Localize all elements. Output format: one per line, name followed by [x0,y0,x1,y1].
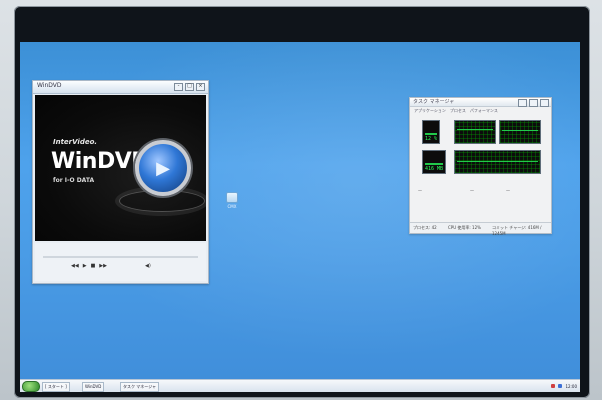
cpu-usage-box: 12 % [422,120,440,144]
memory-usage-box: 416 MB [422,150,446,174]
windvd-titlebar-buttons: - □ × [174,83,205,91]
windvd-titlebar[interactable]: WinDVD - □ × [33,81,208,94]
start-button[interactable] [22,381,40,392]
cpu-usage-bar [425,133,437,135]
stop-button[interactable]: ■ [91,263,96,269]
desktop-icon[interactable]: CMX [225,192,239,212]
cpu-history-graph-1 [454,120,496,144]
task-manager-titlebar[interactable]: タスク マネージャ [410,98,551,107]
cpu-history-graph-2 [499,120,541,144]
program-icon [226,192,238,203]
cpu-history-line-1 [457,129,493,130]
task-manager-statusbar: プロセス: 42 CPU 使用率: 12% コミット チャージ: 416M / … [410,222,551,236]
task-manager-tabs: アプリケーション プロセス パフォーマンス [414,108,498,114]
status-processes: プロセス: 42 [413,225,437,230]
taskbar-item-start[interactable]: [ スタート ] [42,382,70,392]
tray-icon[interactable] [558,384,563,388]
close-button[interactable] [540,99,549,107]
tab-processes[interactable]: プロセス [450,108,466,114]
taskbar-item-taskmanager[interactable]: タスク マネージャ [120,382,159,392]
status-cpu: CPU 使用率: 12% [448,225,481,230]
minimize-button[interactable] [518,99,527,107]
maximize-button[interactable]: □ [185,83,194,91]
memory-usage-value: 416 MB [425,166,444,172]
prev-button[interactable]: ◀◀ [71,263,79,269]
brand-subtitle: for I-O DATA [53,177,95,184]
task-manager-title: タスク マネージャ [413,99,455,105]
close-button[interactable]: × [196,83,205,91]
taskbar: [ スタート ] WinDVD タスク マネージャ 12:00 [20,379,580,392]
status-commit: コミット チャージ: 416M / 1245M [492,225,542,236]
stats-block-right: — [506,188,510,193]
graph-grid [455,151,540,173]
stats-block-left: — [418,188,422,193]
maximize-button[interactable] [529,99,538,107]
cpu-usage-value: 12 % [425,136,438,142]
monitor-photo: WinDVD - □ × InterVideo. WinDVD for I-O … [0,0,602,400]
tray-icon[interactable] [551,384,556,388]
desktop: WinDVD - □ × InterVideo. WinDVD for I-O … [20,42,580,392]
clock[interactable]: 12:00 [565,384,577,389]
seek-bar[interactable] [43,256,198,258]
graph-grid [500,121,540,143]
memory-usage-bar [425,163,443,165]
memory-history-line [457,161,538,162]
cpu-history-line-2 [502,130,538,131]
tab-applications[interactable]: アプリケーション [414,108,446,114]
stats-block-mid: — [470,188,474,193]
graph-grid [455,121,495,143]
task-manager-window[interactable]: タスク マネージャ アプリケーション プロセス パフォーマンス 12 % 416… [409,97,552,236]
playback-controls: ◀◀ ▶ ■ ▶▶ ◀) [35,243,206,281]
system-tray: 12:00 [551,382,577,390]
brand-intervideo: InterVideo. [53,138,98,146]
next-button[interactable]: ▶▶ [99,263,107,269]
play-button[interactable]: ▶ [83,263,87,269]
tab-performance[interactable]: パフォーマンス [470,108,498,114]
video-area[interactable]: InterVideo. WinDVD for I-O DATA ▶ [35,95,206,241]
transport-buttons: ◀◀ ▶ ■ ▶▶ [71,263,107,269]
memory-history-graph [454,150,541,174]
minimize-button[interactable]: - [174,83,183,91]
windvd-window[interactable]: WinDVD - □ × InterVideo. WinDVD for I-O … [32,80,209,284]
desktop-icon-label: CMX [227,204,237,209]
task-manager-titlebar-buttons [518,99,549,107]
windvd-title: WinDVD [37,82,62,89]
taskbar-item-windvd[interactable]: WinDVD [82,382,105,392]
volume-control[interactable]: ◀) [145,263,151,269]
play-logo-icon: ▶ [135,140,191,196]
